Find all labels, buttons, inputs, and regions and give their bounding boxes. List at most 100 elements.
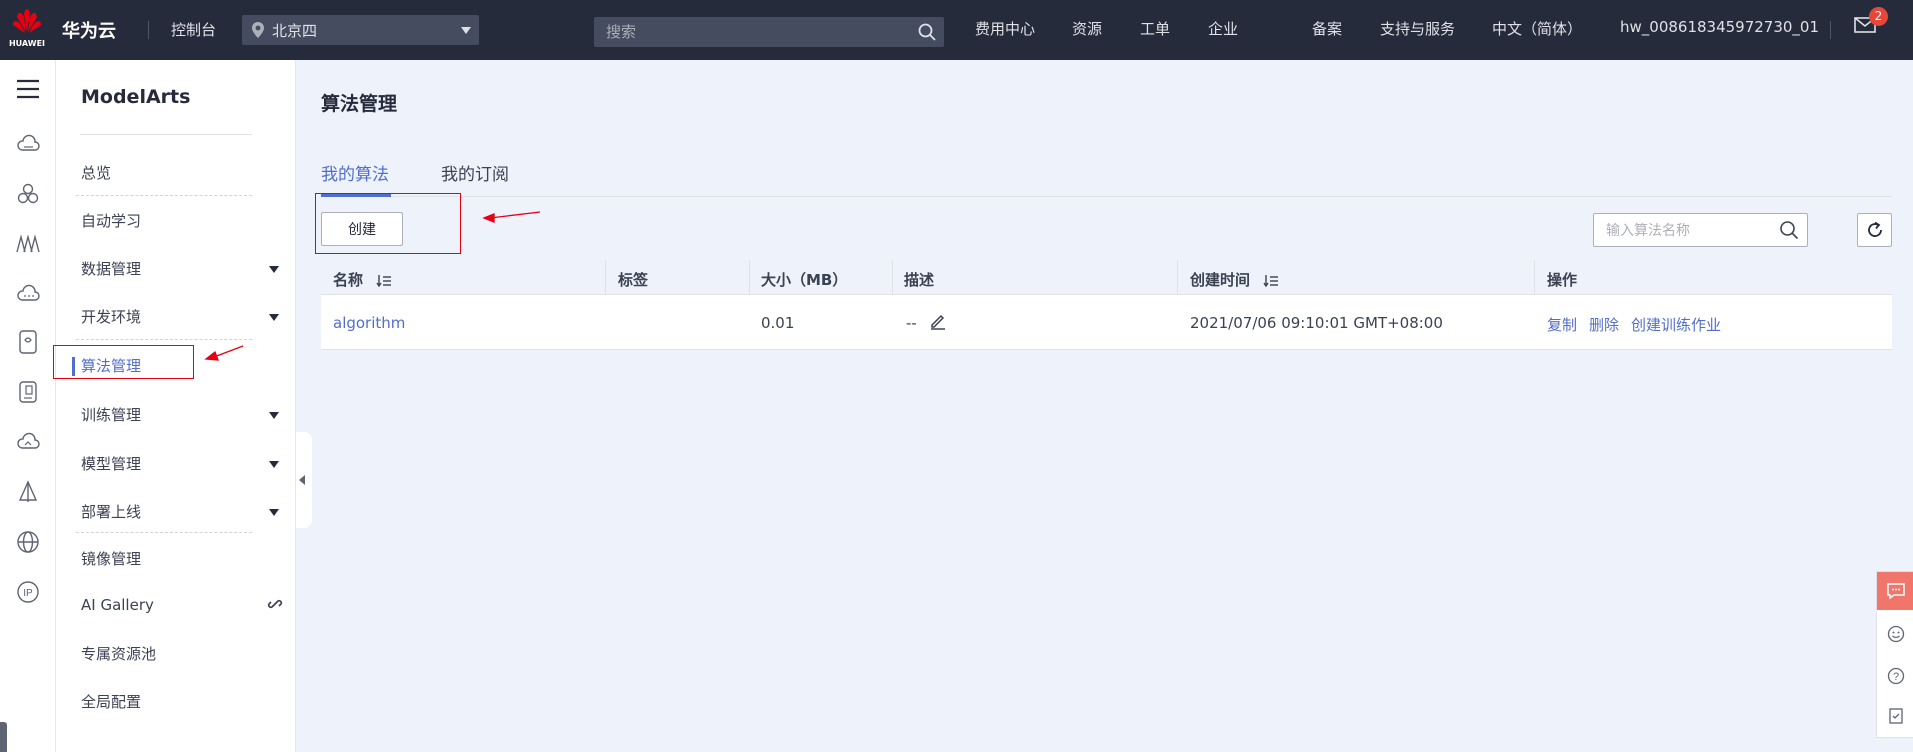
collapse-menu-button[interactable] — [296, 432, 312, 528]
ip-icon[interactable]: IP — [14, 578, 42, 606]
chevron-down-icon[interactable] — [269, 509, 279, 516]
menu-item-dev-environment[interactable]: 开发环境 — [81, 306, 141, 327]
chevron-down-icon[interactable] — [269, 266, 279, 273]
table-header: 名称 标签 大小（MB） 描述 创建时间 操作 — [321, 260, 1892, 295]
region-selector[interactable]: 北京四 — [242, 15, 479, 45]
location-pin-icon — [252, 22, 264, 38]
nav-support[interactable]: 支持与服务 — [1380, 18, 1455, 39]
external-link-icon[interactable] — [267, 596, 283, 612]
region-label: 北京四 — [272, 22, 318, 40]
page-title: 算法管理 — [321, 93, 398, 115]
top-navigation-bar: HUAWEI 华为云 控制台 北京四 费用中心 资源 工单 企业 备案 支持与服… — [0, 0, 1913, 60]
menu-item-data-management[interactable]: 数据管理 — [81, 258, 141, 279]
menu-item-global-config[interactable]: 全局配置 — [81, 691, 141, 712]
create-training-job-link[interactable]: 创建训练作业 — [1631, 314, 1721, 335]
nav-enterprise[interactable]: 企业 — [1208, 18, 1238, 39]
algorithm-table: 名称 标签 大小（MB） 描述 创建时间 操作 algorithm 0.01 -… — [321, 260, 1892, 350]
column-divider[interactable] — [749, 260, 750, 295]
column-divider[interactable] — [1177, 260, 1178, 295]
huawei-logo[interactable]: HUAWEI — [8, 6, 46, 54]
network-icon[interactable] — [14, 230, 42, 258]
scrollbar-thumb[interactable] — [0, 722, 7, 752]
nav-tickets[interactable]: 工单 — [1140, 18, 1170, 39]
menu-item-deployment[interactable]: 部署上线 — [81, 501, 141, 522]
column-divider[interactable] — [892, 260, 893, 295]
algorithm-search-input[interactable] — [1594, 214, 1774, 246]
ai-platform-icon[interactable] — [14, 478, 42, 506]
cluster-icon[interactable] — [14, 180, 42, 208]
nav-language[interactable]: 中文（简体） — [1492, 18, 1582, 39]
service-icon-rail: IP — [0, 60, 56, 752]
svg-text:IP: IP — [23, 588, 33, 599]
chevron-down-icon[interactable] — [269, 461, 279, 468]
annotation-arrowhead — [482, 213, 495, 223]
chevron-left-icon — [299, 475, 305, 485]
huawei-logo-icon — [13, 9, 41, 33]
divider — [148, 21, 149, 39]
global-search-input[interactable] — [594, 17, 904, 47]
column-header-size: 大小（MB） — [761, 271, 848, 289]
annotation-arrow — [489, 211, 541, 219]
sort-icon[interactable] — [1263, 274, 1279, 288]
document-icon[interactable] — [14, 378, 42, 406]
brand-name[interactable]: 华为云 — [62, 17, 116, 43]
column-header-name[interactable]: 名称 — [333, 269, 392, 290]
refresh-button[interactable] — [1857, 213, 1892, 247]
menu-item-model-management[interactable]: 模型管理 — [81, 453, 141, 474]
nav-resources[interactable]: 资源 — [1072, 18, 1102, 39]
help-button[interactable]: ? — [1877, 658, 1913, 694]
chevron-down-icon[interactable] — [269, 314, 279, 321]
algorithm-name-link[interactable]: algorithm — [333, 314, 405, 332]
divider — [76, 532, 252, 533]
cell-size: 0.01 — [761, 314, 795, 332]
globe-icon[interactable] — [14, 528, 42, 556]
chat-button[interactable] — [1877, 572, 1913, 610]
hamburger-icon[interactable] — [14, 75, 42, 103]
refresh-icon — [1867, 221, 1882, 237]
menu-item-auto-learning[interactable]: 自动学习 — [81, 210, 141, 231]
console-link[interactable]: 控制台 — [171, 19, 216, 40]
annotation-box-menu — [53, 345, 194, 379]
search-icon[interactable] — [1779, 220, 1799, 240]
menu-item-overview[interactable]: 总览 — [81, 162, 111, 183]
tab-my-subscriptions[interactable]: 我的订阅 — [441, 160, 509, 185]
divider — [1830, 21, 1831, 39]
menu-item-ai-gallery[interactable]: AI Gallery — [81, 596, 154, 614]
feedback-button[interactable] — [1877, 616, 1913, 652]
svg-text:?: ? — [1892, 671, 1898, 683]
menu-item-dedicated-pool[interactable]: 专属资源池 — [81, 643, 156, 664]
column-divider[interactable] — [1534, 260, 1535, 295]
chat-icon — [1886, 583, 1905, 600]
survey-button[interactable] — [1877, 698, 1913, 734]
column-divider[interactable] — [605, 260, 606, 295]
checklist-icon — [1888, 708, 1903, 724]
cloud-server-icon[interactable] — [14, 130, 42, 158]
menu-item-image-management[interactable]: 镜像管理 — [81, 548, 141, 569]
divider — [76, 339, 252, 340]
cell-created-time: 2021/07/06 09:10:01 GMT+08:00 — [1190, 314, 1443, 332]
database-icon[interactable] — [14, 328, 42, 356]
nav-account[interactable]: hw_008618345972730_01 — [1620, 18, 1819, 36]
column-header-created[interactable]: 创建时间 — [1190, 269, 1279, 290]
cloud-storage-icon[interactable] — [14, 280, 42, 308]
cell-description: -- — [906, 314, 917, 332]
help-icon: ? — [1887, 667, 1904, 685]
cloud-upload-icon[interactable] — [14, 428, 42, 456]
search-icon[interactable] — [918, 23, 936, 41]
modelarts-menu: ModelArts 总览 自动学习 数据管理 开发环境 算法管理 训练管理 模型… — [56, 60, 296, 752]
copy-link[interactable]: 复制 — [1547, 314, 1577, 335]
floating-toolbar: ? — [1876, 571, 1913, 738]
sort-icon[interactable] — [376, 274, 392, 288]
divider — [80, 134, 252, 135]
menu-item-training-management[interactable]: 训练管理 — [81, 404, 141, 425]
delete-link[interactable]: 删除 — [1589, 314, 1619, 335]
tab-my-algorithms[interactable]: 我的算法 — [321, 160, 389, 185]
nav-filing[interactable]: 备案 — [1312, 18, 1342, 39]
edit-icon[interactable] — [929, 312, 947, 330]
chevron-down-icon[interactable] — [269, 412, 279, 419]
column-header-description: 描述 — [904, 271, 935, 289]
nav-cost-center[interactable]: 费用中心 — [975, 18, 1035, 39]
smiley-icon — [1887, 625, 1904, 643]
notification-badge: 2 — [1869, 7, 1888, 26]
tab-underline — [321, 196, 1892, 197]
